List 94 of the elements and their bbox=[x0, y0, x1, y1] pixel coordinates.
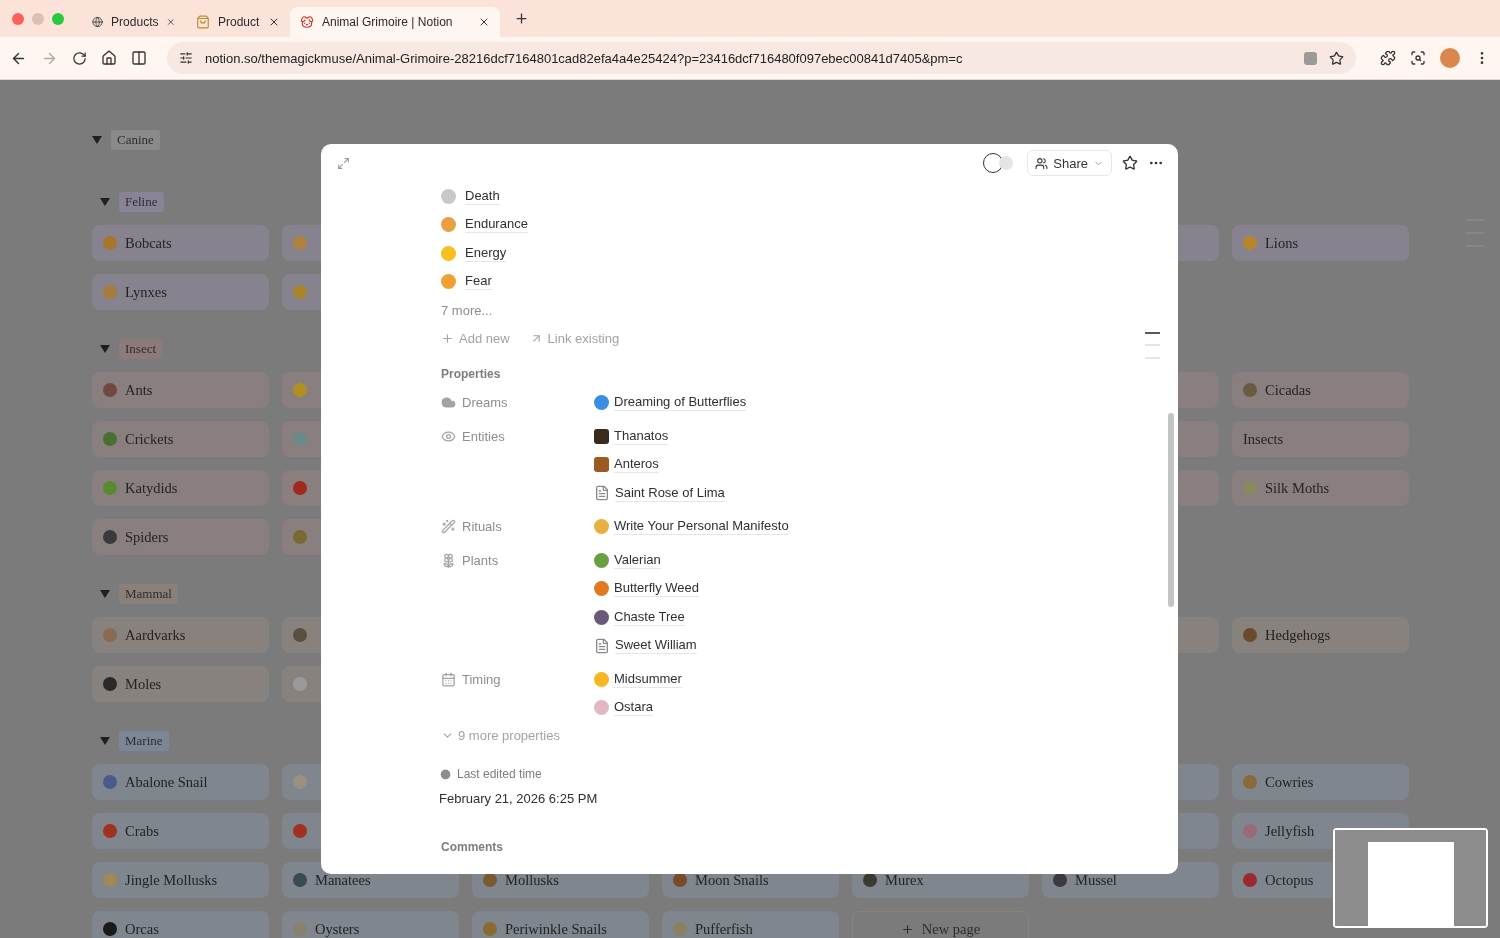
more-properties-button[interactable]: 9 more properties bbox=[441, 728, 1178, 743]
property-value: February 21, 2026 6:25 PM bbox=[439, 791, 599, 806]
bag-icon bbox=[196, 15, 210, 29]
calendar-icon bbox=[441, 671, 456, 687]
dog-icon bbox=[300, 15, 314, 29]
related-page-link[interactable]: Fear bbox=[465, 273, 492, 291]
add-new-button[interactable]: Add new bbox=[441, 331, 510, 346]
property-label: Timing bbox=[462, 671, 501, 687]
browser-tab[interactable]: Animal Grimoire | Notion bbox=[290, 7, 500, 37]
flower-icon bbox=[441, 552, 456, 568]
page-card[interactable]: Hedgehogs bbox=[1232, 617, 1409, 653]
group-tag: Marine bbox=[119, 731, 169, 751]
screen-search-icon[interactable] bbox=[1410, 50, 1426, 66]
plus-icon bbox=[441, 332, 454, 345]
group-tag: Insect bbox=[119, 339, 163, 359]
relation-link[interactable]: Anteros bbox=[614, 456, 659, 474]
relation-link[interactable]: Write Your Personal Manifesto bbox=[614, 518, 789, 536]
new-page-button[interactable]: New page bbox=[852, 911, 1029, 938]
relation-link[interactable]: Dreaming of Butterflies bbox=[614, 394, 747, 412]
page-card[interactable]: Insects bbox=[1232, 421, 1409, 457]
property-label: Dreams bbox=[462, 395, 508, 411]
property-label: Plants bbox=[462, 552, 499, 568]
property-label: Last edited time bbox=[439, 767, 1178, 781]
section-title: Comments bbox=[441, 840, 504, 854]
reload-icon[interactable] bbox=[72, 50, 87, 66]
group-tag: Canine bbox=[111, 130, 160, 150]
page-card[interactable]: Abalone Snail bbox=[92, 764, 269, 800]
relation-link[interactable]: Ostara bbox=[614, 699, 653, 717]
section-title: Properties bbox=[441, 366, 502, 381]
page-card[interactable]: Moles bbox=[92, 666, 269, 702]
relation-link[interactable]: Midsummer bbox=[614, 670, 682, 688]
page-card[interactable]: Lynxes bbox=[92, 274, 269, 310]
related-page-link[interactable]: Energy bbox=[465, 244, 507, 262]
page-card[interactable]: Lions bbox=[1232, 225, 1409, 261]
magic-wand-icon bbox=[441, 519, 456, 535]
page-card[interactable]: Oysters bbox=[282, 911, 459, 938]
page-card[interactable]: Cowries bbox=[1232, 764, 1409, 800]
page-card[interactable]: Cicadas bbox=[1232, 372, 1409, 408]
page-card[interactable]: Jingle Mollusks bbox=[92, 862, 269, 898]
collapse-triangle-icon[interactable] bbox=[100, 737, 110, 745]
cloud-icon bbox=[441, 395, 456, 411]
page-card[interactable]: Orcas bbox=[92, 911, 269, 938]
relation-link[interactable]: Chaste Tree bbox=[614, 608, 685, 626]
page-card[interactable]: Pufferfish bbox=[662, 911, 839, 938]
expand-icon[interactable] bbox=[337, 156, 350, 170]
extensions-icon[interactable] bbox=[1380, 50, 1396, 66]
relation-link[interactable]: Thanatos bbox=[614, 427, 669, 445]
favorite-star-icon[interactable] bbox=[1122, 155, 1138, 171]
relation-link[interactable]: Butterfly Weed bbox=[614, 580, 700, 598]
share-button[interactable]: Share bbox=[1027, 150, 1112, 176]
collapse-triangle-icon[interactable] bbox=[100, 198, 110, 206]
page-card[interactable]: Silk Moths bbox=[1232, 470, 1409, 506]
browser-tab[interactable]: Products bbox=[82, 7, 186, 37]
show-more-link[interactable]: 7 more... bbox=[441, 302, 493, 318]
page-card[interactable]: Bobcats bbox=[92, 225, 269, 261]
eye-icon bbox=[441, 428, 456, 444]
document-icon bbox=[594, 485, 610, 502]
scrollbar-thumb[interactable] bbox=[1168, 413, 1174, 607]
page-card[interactable]: Aardvarks bbox=[92, 617, 269, 653]
table-of-contents-icon[interactable] bbox=[1145, 332, 1160, 359]
page-card[interactable]: Ants bbox=[92, 372, 269, 408]
property-label: Rituals bbox=[462, 519, 502, 535]
page-card[interactable]: Spiders bbox=[92, 519, 269, 555]
close-tab-icon[interactable] bbox=[268, 16, 280, 28]
related-page-link[interactable]: Endurance bbox=[465, 216, 528, 234]
group-tag: Mammal bbox=[119, 584, 178, 604]
relation-link[interactable]: Sweet William bbox=[615, 637, 697, 655]
relation-link[interactable]: Valerian bbox=[614, 551, 661, 569]
home-icon[interactable] bbox=[101, 50, 117, 66]
bookmark-star-icon[interactable] bbox=[1329, 50, 1344, 66]
page-card[interactable]: Katydids bbox=[92, 470, 269, 506]
address-bar[interactable]: notion.so/themagickmuse/Animal-Grimoire-28216dcf7164801cad82efa4a4e25424?p=23416dcf716480f097ebec00841d7405&pm=c bbox=[167, 42, 1356, 74]
close-tab-icon[interactable] bbox=[478, 16, 490, 28]
page-card[interactable]: Periwinkle Snails bbox=[472, 911, 649, 938]
link-existing-button[interactable]: Link existing bbox=[529, 331, 620, 346]
collapse-triangle-icon[interactable] bbox=[92, 136, 102, 144]
document-icon bbox=[594, 637, 610, 654]
new-tab-icon[interactable] bbox=[514, 11, 529, 26]
collapse-triangle-icon[interactable] bbox=[100, 590, 110, 598]
globe-icon bbox=[92, 15, 104, 29]
collapse-triangle-icon[interactable] bbox=[100, 345, 110, 353]
people-icon bbox=[1035, 156, 1049, 170]
property-label: Entities bbox=[462, 428, 505, 444]
avatar bbox=[999, 156, 1014, 170]
related-page-link[interactable]: Death bbox=[465, 187, 500, 205]
plus-icon bbox=[900, 922, 914, 936]
page-card[interactable]: Crickets bbox=[92, 421, 269, 457]
browser-tab[interactable]: Product bbox=[186, 7, 290, 37]
site-settings-icon[interactable] bbox=[179, 51, 193, 65]
page-card[interactable]: Crabs bbox=[92, 813, 269, 849]
relation-link[interactable]: Saint Rose of Lima bbox=[615, 484, 725, 502]
avatar[interactable] bbox=[1440, 48, 1460, 68]
split-view-icon[interactable] bbox=[131, 50, 147, 66]
group-tag: Feline bbox=[119, 192, 164, 212]
